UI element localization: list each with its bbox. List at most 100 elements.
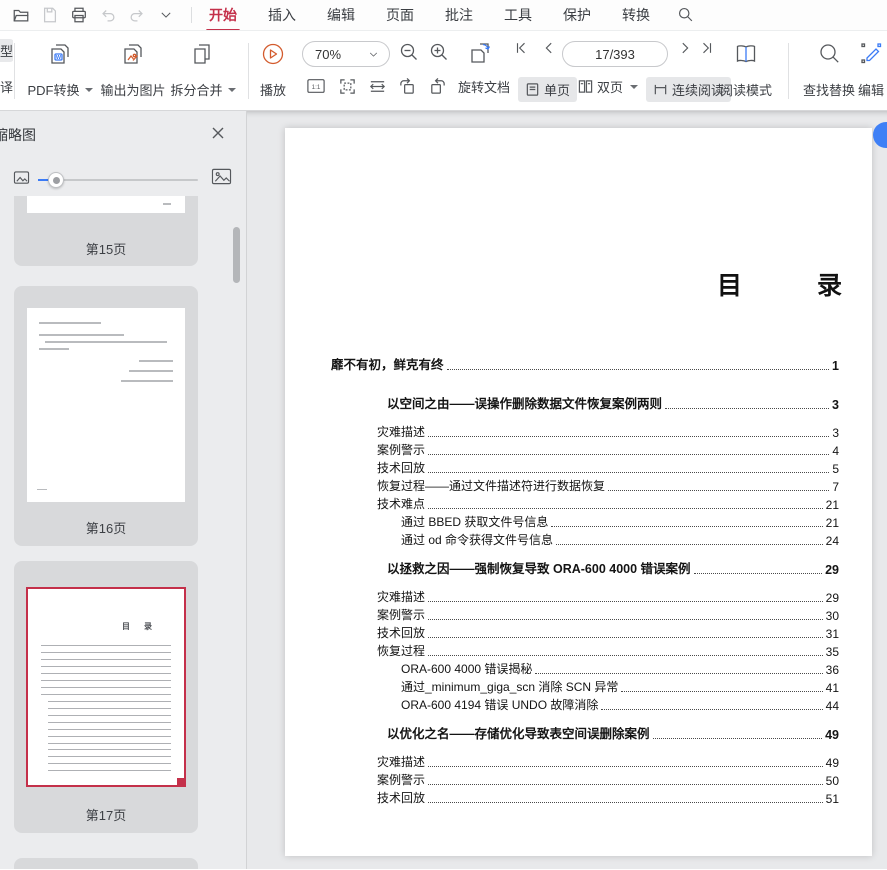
toc-entry[interactable]: 通过_minimum_giga_scn 消除 SCN 异常 41 <box>331 677 839 695</box>
clipped-button-bottom[interactable]: 译 <box>0 77 13 96</box>
pdf-page: 目 录 靡不有初，鲜克有终 1 以空间之由——误操作删除数据文件恢复案例两则 <box>285 128 872 856</box>
toc-entry-page: 21 <box>826 498 839 512</box>
thumbnail-page-17[interactable]: 目录 第17页 <box>14 561 198 833</box>
edit-text-button[interactable]: 编辑 <box>842 37 887 105</box>
small-image-icon[interactable] <box>13 170 30 190</box>
sidebar-title: 缩略图 <box>0 125 36 145</box>
zoom-in-icon[interactable] <box>428 41 450 63</box>
prev-page-icon[interactable] <box>542 41 556 55</box>
toc-entry-title: ORA-600 4000 错误揭秘 <box>401 660 532 677</box>
pdf-convert-button[interactable]: W PDF转换 <box>22 37 98 105</box>
toc-entry-page: 7 <box>832 480 839 494</box>
toc-entry[interactable]: 灾难描述 29 <box>331 587 839 605</box>
toc-entry[interactable]: ORA-600 4000 错误揭秘 36 <box>331 659 839 677</box>
toc-entry[interactable]: 靡不有初，鲜克有终 1 <box>331 355 839 373</box>
page-number-input[interactable] <box>562 41 668 67</box>
ribbon-tab[interactable]: 工具 <box>501 0 535 30</box>
ribbon-tab[interactable]: 批注 <box>442 0 476 30</box>
edit-text-label: 编辑 <box>858 80 884 99</box>
redo-icon[interactable] <box>128 6 146 24</box>
toc-entry[interactable]: 以拯救之因——强制恢复导致 ORA-600 4000 错误案例 29 <box>331 559 839 577</box>
slider-handle[interactable] <box>48 172 64 188</box>
print-icon[interactable] <box>70 6 88 24</box>
thumbnail-page-16[interactable]: 第16页 <box>14 286 198 546</box>
ribbon-tab[interactable]: 编辑 <box>324 0 358 30</box>
find-replace-icon <box>817 41 842 66</box>
read-mode-button[interactable]: 阅读模式 <box>714 37 778 105</box>
first-page-icon[interactable] <box>514 41 528 55</box>
toc-entry-page: 21 <box>826 516 839 530</box>
toc-entry-page: 49 <box>826 756 839 770</box>
chevron-down-icon <box>368 49 379 60</box>
toc-entry-page: 3 <box>832 398 839 412</box>
svg-text:1:1: 1:1 <box>312 84 321 91</box>
split-merge-button[interactable]: 拆分合并 <box>170 37 236 105</box>
open-file-icon[interactable] <box>12 6 30 24</box>
toc-entry-title: 案例警示 <box>377 606 425 623</box>
export-image-label: 输出为图片 <box>100 80 165 99</box>
toc-entry[interactable]: 灾难描述 49 <box>331 752 839 770</box>
fit-page-icon[interactable] <box>338 77 357 96</box>
rotate-pages-icon[interactable] <box>468 41 494 65</box>
large-image-icon[interactable] <box>211 167 232 191</box>
rotate-doc-label[interactable]: 旋转文档 <box>458 77 510 96</box>
last-page-icon[interactable] <box>700 41 714 55</box>
toc-leader-dots <box>447 369 830 370</box>
wps-pdf-window: 开始 插入 编辑 页面 批注 工具 保护 转换 型 译 W <box>0 0 887 870</box>
toc-entry-page: 29 <box>826 591 839 605</box>
read-mode-icon <box>733 41 759 67</box>
toc-entry-title: 靡不有初，鲜克有终 <box>331 354 444 373</box>
floating-tool-button[interactable] <box>873 122 887 148</box>
toc-entry[interactable]: 通过 BBED 获取文件号信息 21 <box>331 512 839 530</box>
ribbon-tab[interactable]: 转换 <box>619 0 653 30</box>
thumbnail-label: 第17页 <box>14 805 198 824</box>
toc-entry[interactable]: 以空间之由——误操作删除数据文件恢复案例两则 3 <box>331 394 839 412</box>
fit-width-icon[interactable] <box>368 77 387 96</box>
play-icon <box>260 41 286 67</box>
export-image-button[interactable]: 输出为图片 <box>98 37 168 105</box>
sidebar-scrollbar[interactable] <box>233 227 240 283</box>
actual-size-icon[interactable]: 1:1 <box>306 77 326 95</box>
toc-entry-title: 案例警示 <box>377 771 425 788</box>
rotate-right-icon[interactable] <box>428 77 447 96</box>
thumbnail-size-slider[interactable] <box>38 179 198 181</box>
toc-leader-dots <box>601 709 822 710</box>
rotate-left-icon[interactable] <box>398 77 417 96</box>
toc-entry[interactable]: 以优化之名——存储优化导致表空间误删除案例 49 <box>331 724 839 742</box>
toc-entry[interactable]: 技术回放 5 <box>331 458 839 476</box>
toc-entry[interactable]: 技术难点 21 <box>331 494 839 512</box>
toc-entry[interactable]: 恢复过程 35 <box>331 641 839 659</box>
save-icon[interactable] <box>41 6 59 24</box>
thumbnail-page-18[interactable] <box>14 858 198 869</box>
zoom-level-select[interactable]: 70% <box>302 41 390 67</box>
double-page-button[interactable]: 双页 <box>578 77 638 96</box>
zoom-out-icon[interactable] <box>398 41 420 63</box>
toc-entry-page: 4 <box>832 444 839 458</box>
clipped-button-top[interactable]: 型 <box>0 39 13 62</box>
toc-entry-page: 29 <box>825 563 839 577</box>
toc-entry[interactable]: 灾难描述 3 <box>331 422 839 440</box>
toc-entry[interactable]: 恢复过程——通过文件描述符进行数据恢复 7 <box>331 476 839 494</box>
thumbnail-page-15[interactable]: 第15页 <box>14 196 198 266</box>
toc-entry[interactable]: 技术回放 51 <box>331 788 839 806</box>
toc-entry[interactable]: 案例警示 30 <box>331 605 839 623</box>
toc-leader-dots <box>428 508 823 509</box>
toc-entry[interactable]: ORA-600 4194 错误 UNDO 故障消除 44 <box>331 695 839 713</box>
ribbon-tab[interactable]: 开始 <box>206 0 240 30</box>
ribbon-tab[interactable]: 插入 <box>265 0 299 30</box>
single-page-label: 单页 <box>544 80 570 99</box>
toc-leader-dots <box>608 490 829 491</box>
toc-entry[interactable]: 通过 od 命令获得文件号信息 24 <box>331 530 839 548</box>
search-icon[interactable] <box>677 6 695 24</box>
toc-entry[interactable]: 案例警示 50 <box>331 770 839 788</box>
ribbon-tab[interactable]: 保护 <box>560 0 594 30</box>
chevron-down-icon[interactable] <box>157 6 175 24</box>
toc-entry[interactable]: 技术回放 31 <box>331 623 839 641</box>
undo-icon[interactable] <box>99 6 117 24</box>
close-icon[interactable] <box>210 125 228 143</box>
play-button[interactable]: 播放 <box>252 37 294 105</box>
single-page-button[interactable]: 单页 <box>518 77 577 102</box>
next-page-icon[interactable] <box>678 41 692 55</box>
ribbon-tab[interactable]: 页面 <box>383 0 417 30</box>
toc-entry[interactable]: 案例警示 4 <box>331 440 839 458</box>
